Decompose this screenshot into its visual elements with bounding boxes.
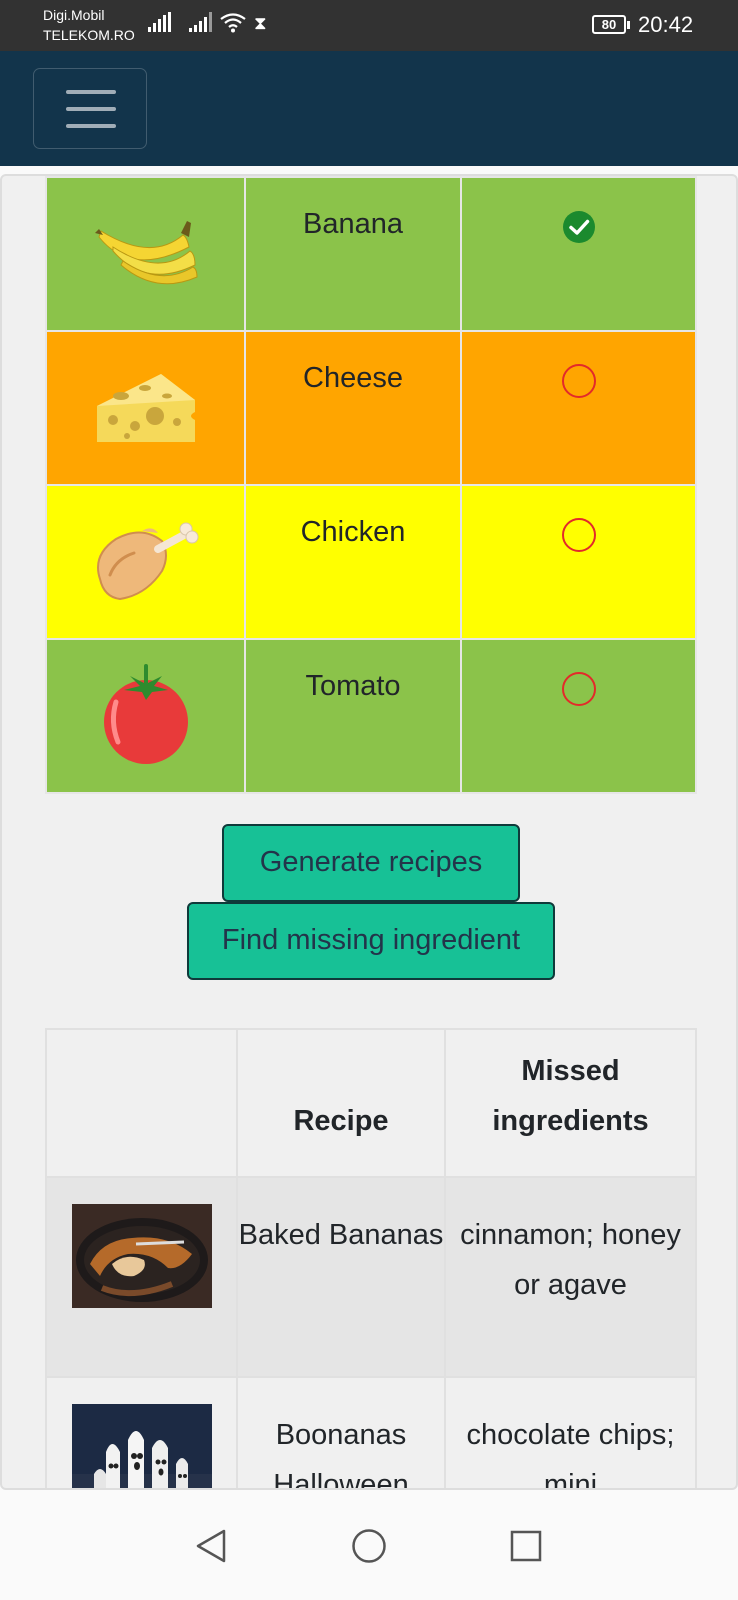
- back-icon[interactable]: [194, 1528, 228, 1564]
- ingredient-icon-cell: [45, 330, 246, 486]
- cheese-icon: [96, 373, 195, 442]
- wifi-icon: [220, 13, 246, 33]
- navbar: [0, 51, 738, 166]
- ingredient-row-banana[interactable]: Banana: [45, 176, 697, 332]
- recent-apps-icon[interactable]: [509, 1529, 543, 1563]
- empty-circle-icon[interactable]: [561, 672, 596, 706]
- empty-circle-icon[interactable]: [561, 518, 596, 552]
- ingredient-icon-cell: [45, 484, 246, 640]
- banana-icon: [94, 220, 198, 284]
- recipe-name[interactable]: Boonanas Halloween: [236, 1376, 446, 1488]
- tomato-icon: [103, 663, 188, 764]
- hamburger-menu-button[interactable]: [33, 68, 147, 149]
- signal-strength-icon: [148, 12, 171, 32]
- hourglass-icon: ⧗: [254, 13, 267, 33]
- home-icon[interactable]: [351, 1528, 387, 1564]
- recipe-image-cell: [45, 1176, 238, 1378]
- signal-strength-icon-2: [189, 12, 212, 32]
- content-card: Banana Cheese Chicken Tomato Generate re…: [0, 174, 738, 1490]
- ingredient-icon-cell: [45, 176, 246, 332]
- recipe-missed-ingredients: cinnamon; honey or agave: [444, 1176, 697, 1378]
- ingredient-status-cell: [460, 484, 697, 640]
- find-missing-ingredient-button[interactable]: Find missing ingredient: [187, 902, 555, 980]
- chicken-leg-icon: [96, 522, 198, 600]
- header-image: [45, 1028, 238, 1178]
- ingredient-row-tomato[interactable]: Tomato: [45, 638, 697, 794]
- ingredient-status-cell: [460, 176, 697, 332]
- generate-recipes-button[interactable]: Generate recipes: [222, 824, 520, 902]
- status-bar: Digi.Mobil TELEKOM.RO ⧗ 80 20:42: [0, 0, 738, 51]
- ingredient-name: Cheese: [244, 330, 462, 486]
- hamburger-line: [66, 107, 116, 111]
- ingredient-status-cell: [460, 638, 697, 794]
- recipe-name[interactable]: Baked Bananas: [236, 1176, 446, 1378]
- system-navigation-bar: [0, 1490, 738, 1600]
- ingredient-name: Banana: [244, 176, 462, 332]
- recipe-image-boonanas-halloween[interactable]: [71, 1404, 212, 1490]
- recipe-row[interactable]: Baked Bananas cinnamon; honey or agave: [45, 1176, 697, 1378]
- clock: 20:42: [638, 12, 694, 37]
- battery-icon: 80: [592, 15, 630, 34]
- recipe-row[interactable]: Boonanas Halloween chocolate chips; mini: [45, 1376, 697, 1490]
- hamburger-line: [66, 124, 116, 128]
- ingredient-row-chicken[interactable]: Chicken: [45, 484, 697, 640]
- ingredient-row-cheese[interactable]: Cheese: [45, 330, 697, 486]
- ingredient-name: Chicken: [244, 484, 462, 640]
- recipes-table: Recipe Missed ingredients Baked Bananas …: [45, 1028, 697, 1490]
- recipe-image-cell: [45, 1376, 238, 1490]
- check-circle-icon[interactable]: [562, 210, 596, 244]
- recipe-image-baked-bananas[interactable]: [71, 1204, 212, 1308]
- empty-circle-icon[interactable]: [561, 364, 596, 398]
- hamburger-menu-icon: [66, 90, 116, 94]
- recipe-missed-ingredients: chocolate chips; mini: [444, 1376, 697, 1488]
- header-missed-ingredients: Missed ingredients: [444, 1028, 697, 1178]
- ingredient-status-cell: [460, 330, 697, 486]
- ingredient-icon-cell: [45, 638, 246, 794]
- ingredient-name: Tomato: [244, 638, 462, 794]
- ingredients-table: Banana Cheese Chicken Tomato: [45, 176, 697, 794]
- carrier-name: Digi.Mobil: [43, 7, 105, 23]
- carrier-name-secondary: TELEKOM.RO: [43, 27, 135, 43]
- header-recipe: Recipe: [236, 1028, 446, 1178]
- recipes-table-header: Recipe Missed ingredients: [45, 1028, 697, 1178]
